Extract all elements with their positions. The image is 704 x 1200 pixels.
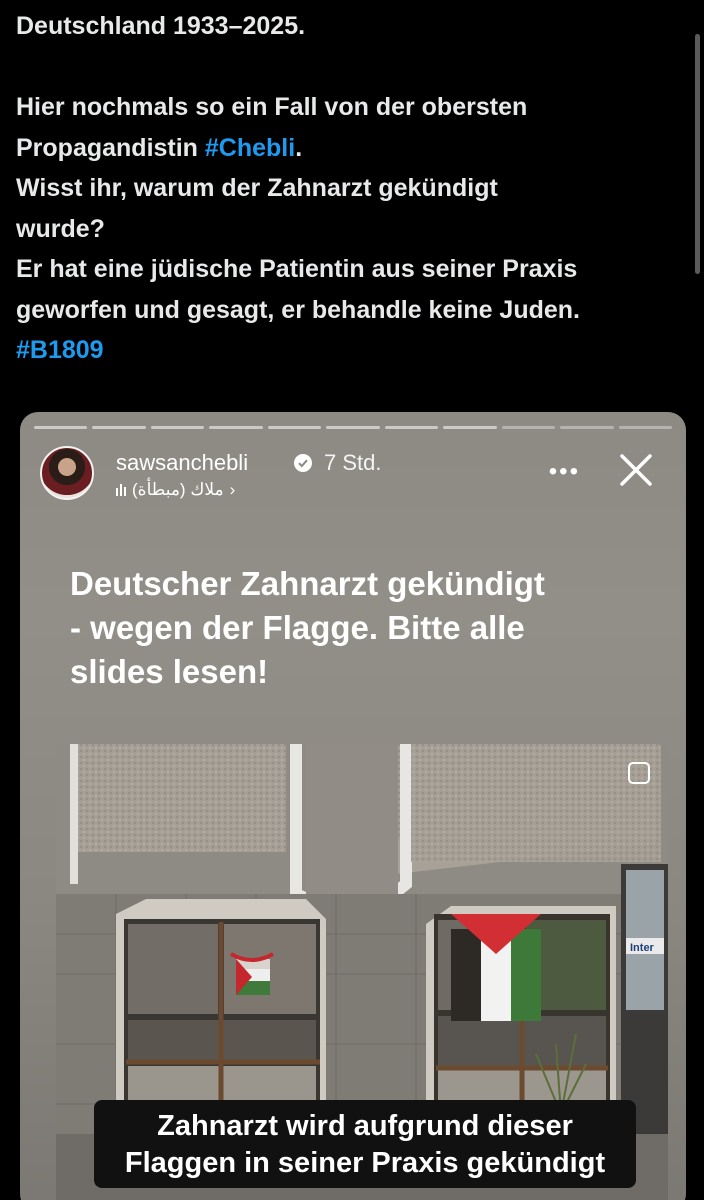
progress-segment [150, 426, 205, 429]
tweet-line: Wisst ihr, warum der Zahnarzt gekündigt [16, 174, 498, 202]
building-photo: Inter Zahnarzt wird aufgrund dieser Flag… [56, 744, 668, 1200]
progress-segment [384, 426, 439, 429]
verified-badge-icon [294, 454, 312, 472]
flag-right [451, 914, 541, 1021]
story-header: sawsanchebli 7 Std. ملاك (مبطأة) › ••• [40, 446, 670, 502]
more-options-icon[interactable]: ••• [549, 458, 580, 486]
tweet-line: Deutschland 1933–2025. [16, 12, 306, 40]
progress-segment [209, 426, 263, 429]
caption-line: Flaggen in seiner Praxis gekündigt [124, 1147, 606, 1179]
progress-segment [560, 426, 614, 429]
hashtag-link-chebli[interactable]: #Chebli [205, 134, 295, 162]
tweet-text: Deutschland 1933–2025. Hier nochmals so … [16, 6, 686, 371]
tweet-line: Hier nochmals so ein Fall von der oberst… [16, 93, 528, 121]
headline-line: Deutscher Zahnarzt gekündigt [70, 565, 545, 602]
close-icon[interactable] [616, 450, 656, 490]
progress-segment-current [501, 426, 556, 429]
sign-text: Inter [630, 942, 655, 954]
story-screenshot[interactable]: sawsanchebli 7 Std. ملاك (مبطأة) › ••• D… [20, 412, 686, 1200]
story-headline: Deutscher Zahnarzt gekündigt - wegen der… [70, 562, 670, 694]
audio-bars-icon [116, 484, 126, 496]
music-label[interactable]: ملاك (مبطأة) › [116, 480, 235, 500]
story-username[interactable]: sawsanchebli [116, 450, 248, 476]
music-title: ملاك (مبطأة) [132, 480, 224, 499]
photo-caption: Zahnarzt wird aufgrund dieser Flaggen in… [94, 1100, 636, 1188]
chevron-right-icon: › [229, 480, 236, 499]
progress-segment [34, 426, 88, 429]
headline-line: slides lesen! [70, 653, 269, 690]
avatar[interactable] [40, 446, 94, 500]
tweet-line: #B1809 [16, 330, 686, 371]
progress-segment [326, 426, 380, 429]
tweet-line: wurde? [16, 214, 105, 243]
progress-segment [618, 426, 672, 429]
flag-left [230, 952, 274, 995]
hashtag-link-b1809[interactable]: #B1809 [16, 336, 104, 364]
tweet-text-span: . [295, 133, 303, 162]
select-icon[interactable] [628, 762, 650, 784]
progress-segment [92, 426, 146, 429]
caption-line: Zahnarzt wird aufgrund dieser [157, 1110, 573, 1142]
tweet-line: Propagandistin #Chebli. [16, 128, 686, 169]
page-scrollbar[interactable] [695, 34, 700, 274]
headline-line: - wegen der Flagge. Bitte alle [70, 609, 525, 646]
tweet-line: geworfen und gesagt, er behandle keine J… [16, 295, 581, 324]
tweet-line: Er hat eine jüdische Patientin aus seine… [16, 255, 578, 283]
story-progress-bars [34, 426, 672, 430]
progress-segment [443, 426, 497, 429]
progress-segment [267, 426, 322, 429]
tweet-text-span: Propagandistin [16, 133, 205, 162]
story-time: 7 Std. [324, 450, 382, 475]
